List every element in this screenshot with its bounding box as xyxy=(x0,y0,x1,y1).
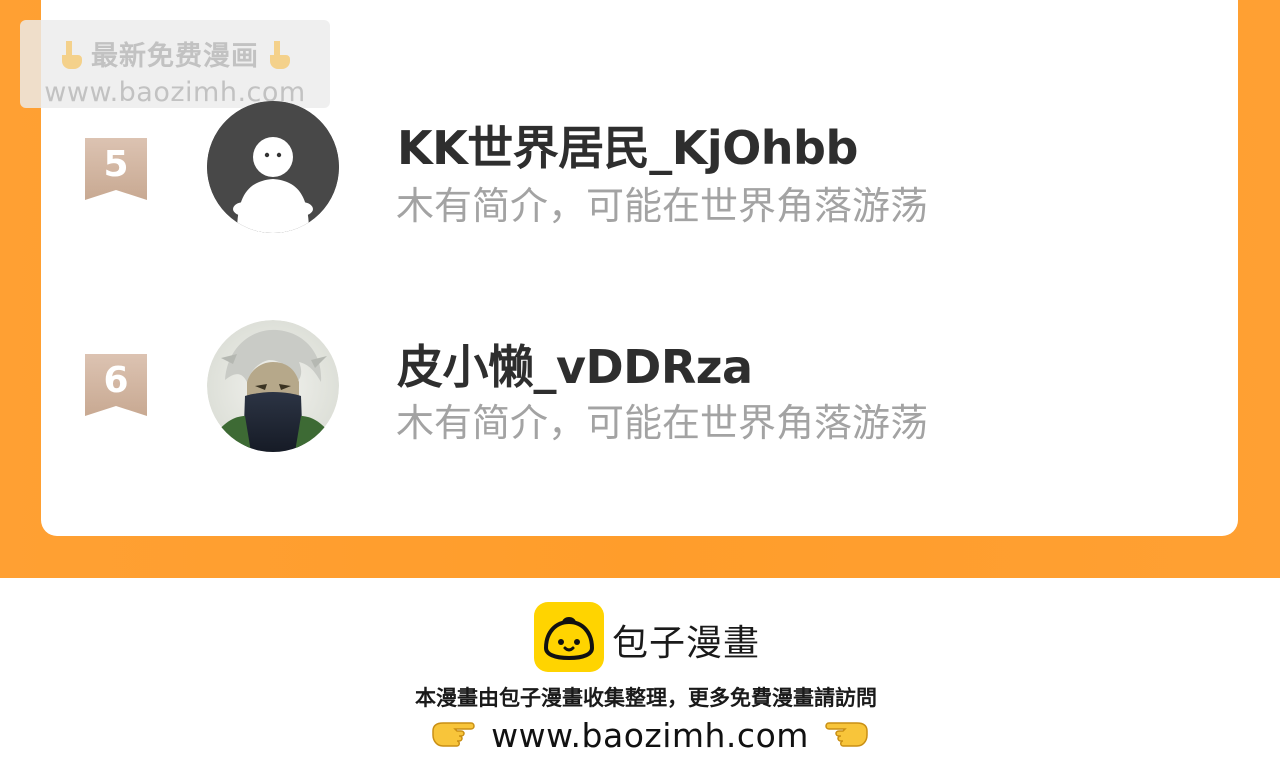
rank-number: 6 xyxy=(103,360,129,401)
footer: 包子漫畫 本漫畫由包子漫畫收集整理，更多免費漫畫請訪問 www.baozimh.… xyxy=(0,578,1280,778)
brand-name: 包子漫畫 xyxy=(612,623,761,664)
pointing-down-hand-icon xyxy=(57,39,85,69)
footer-url-link[interactable]: www.baozimh.com xyxy=(491,716,809,755)
pointing-right-hand-icon xyxy=(431,717,477,755)
user-bio: 木有简介，可能在世界角落游荡 xyxy=(396,184,929,228)
anime-character-avatar[interactable] xyxy=(207,320,339,452)
user-name[interactable]: KK世界居民_KjOhbb xyxy=(397,112,858,178)
rank-badge: 5 xyxy=(85,138,147,202)
rank-badge: 6 xyxy=(85,354,147,418)
footer-url-row: www.baozimh.com xyxy=(0,716,1280,755)
pointing-down-hand-icon xyxy=(265,39,293,69)
rank-number: 5 xyxy=(103,144,129,185)
user-bio: 木有简介，可能在世界角落游荡 xyxy=(396,401,929,445)
baozi-bun-logo-icon[interactable] xyxy=(534,602,604,672)
pointing-left-hand-icon xyxy=(823,717,869,755)
footer-note: 本漫畫由包子漫畫收集整理，更多免費漫畫請訪問 xyxy=(415,686,877,710)
watermark-title: 最新免费漫画 xyxy=(91,41,259,72)
default-person-avatar-icon[interactable] xyxy=(207,101,339,233)
user-name[interactable]: 皮小懒_vDDRza xyxy=(397,331,753,397)
site-watermark: 最新免费漫画 www.baozimh.com xyxy=(20,20,330,108)
